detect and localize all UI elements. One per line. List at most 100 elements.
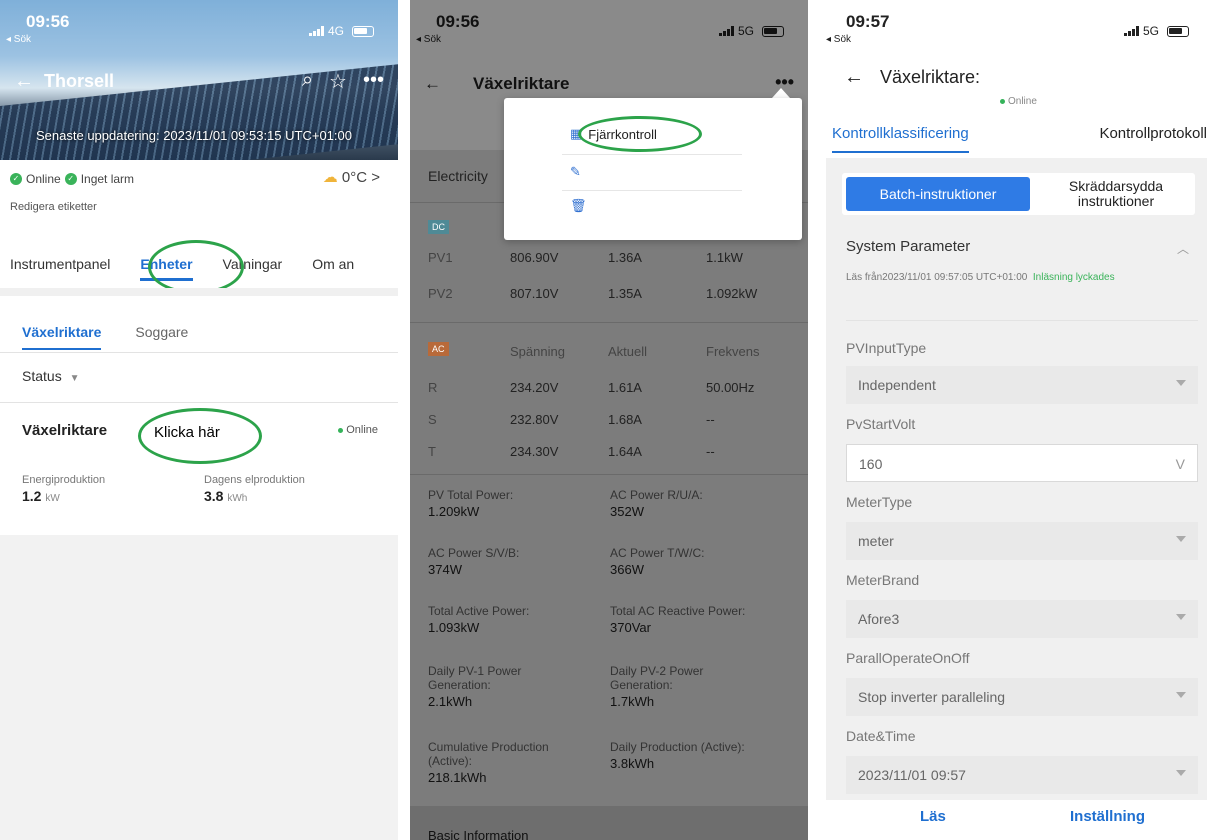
param-label: MeterType: [846, 494, 913, 510]
plant-nav-bar: ← Thorsell ⌕ ☆ •••: [0, 66, 398, 96]
pv-input-type-select[interactable]: Independent: [846, 366, 1198, 404]
section-title: Electricity: [428, 168, 488, 184]
back-arrow-icon[interactable]: ←: [424, 74, 441, 94]
caret-down-icon: [1176, 614, 1186, 620]
metric-label: Dagens elproduktion: [204, 474, 305, 486]
summary-label: Total AC Reactive Power:: [610, 604, 746, 618]
network-type: 5G: [737, 24, 754, 38]
parallel-operate-select[interactable]: Stop inverter paralleling: [846, 678, 1198, 716]
dc-row-pv2: PV2 807.10V 1.35A 1.092kW: [410, 286, 808, 316]
read-status: Läs från2023/11/01 09:57:05 UTC+01:00 In…: [846, 268, 1146, 288]
battery-icon: [1167, 25, 1189, 37]
divider: [562, 190, 742, 191]
network-type: 5G: [1142, 24, 1159, 38]
caret-down-icon: ▼: [69, 373, 80, 384]
weather-widget[interactable]: ☁ 0°C >: [323, 168, 380, 186]
back-to-search-link[interactable]: ◂ Sök: [6, 34, 31, 45]
more-icon[interactable]: •••: [363, 69, 384, 94]
device-status: Online: [1000, 96, 1037, 107]
device-card-title[interactable]: Växelriktare: [22, 422, 107, 439]
sun-cloud-icon: ☁: [322, 169, 338, 186]
tab-control-protocol[interactable]: Kontrollprotokoll: [1099, 125, 1207, 142]
col-voltage: Spänning: [510, 344, 565, 359]
meter-brand-select[interactable]: Afore3: [846, 600, 1198, 638]
summary-daily-pv1: Daily PV-1 Power Generation: 2.1kWh: [428, 664, 568, 709]
weather-temp: 0°C >: [341, 169, 380, 186]
param-label: PVInputType: [846, 340, 927, 356]
param-label: PvStartVolt: [846, 416, 916, 432]
summary-pv-total-power: PV Total Power: 1.209kW: [428, 488, 598, 519]
control-tabs: Kontrollklassificering Kontrollprotokoll: [832, 125, 1207, 153]
summary-label: Daily PV-1 Power Generation:: [428, 664, 522, 692]
divider: [0, 352, 398, 353]
signal-icon: [1123, 26, 1139, 36]
screen-remote-control: 09:57 ◂ Sök 5G ← Växelriktare: Online Ko…: [820, 0, 1213, 840]
segment-batch-instructions[interactable]: Batch-instruktioner: [846, 177, 1030, 211]
summary-ac-power-twc: AC Power T/W/C: 366W: [610, 546, 790, 577]
summary-label: Daily Production (Active):: [610, 740, 745, 754]
chevron-up-icon[interactable]: ︿: [1177, 240, 1189, 257]
network-type: 4G: [327, 24, 344, 38]
remote-control-title-bar: ← Växelriktare:: [844, 66, 980, 89]
menu-item-edit[interactable]: ✎: [570, 164, 581, 180]
read-button[interactable]: Läs: [920, 808, 946, 825]
segment-custom-instructions[interactable]: Skräddarsydda instruktioner: [1038, 177, 1194, 211]
instruction-type-switch: Batch-instruktioner Skräddarsydda instru…: [842, 173, 1195, 215]
row-power: 1.092kW: [706, 286, 758, 301]
select-value: Independent: [858, 377, 936, 393]
back-arrow-icon[interactable]: ←: [14, 70, 34, 93]
date-time-select[interactable]: 2023/11/01 09:57: [846, 756, 1198, 794]
status-bar: 09:57 ◂ Sök 5G: [820, 0, 1213, 52]
row-frequency: --: [706, 412, 715, 427]
status-bar: 09:56 ◂ Sök 4G: [0, 0, 398, 52]
summary-value: 218.1kWh: [428, 770, 487, 785]
pencil-icon: ✎: [570, 164, 581, 179]
ac-row-t: T 234.30V 1.64A --: [410, 444, 808, 474]
divider: [846, 320, 1198, 321]
online-dot-icon: [1000, 98, 1005, 104]
star-icon[interactable]: ☆: [329, 69, 347, 94]
online-status: Online: [26, 172, 61, 186]
network-indicator: 5G: [1123, 24, 1189, 38]
read-timestamp: Läs från2023/11/01 09:57:05 UTC+01:00: [846, 272, 1028, 283]
highlight-circle-devices: [148, 240, 244, 294]
highlight-circle-remote: [578, 116, 702, 152]
pv-start-volt-input[interactable]: 160 V: [846, 444, 1198, 482]
more-menu-popup: ▦ Fjärrkontroll ✎ 🗑: [504, 98, 802, 240]
alarm-status: Inget larm: [80, 172, 135, 186]
device-status-label: Online: [346, 424, 378, 436]
metric-energy-production: Energiproduktion 1.2 kW: [22, 474, 105, 504]
summary-total-active-power: Total Active Power: 1.093kW: [428, 604, 598, 635]
parameter-group-title[interactable]: System Parameter: [846, 238, 970, 255]
summary-label: Total Active Power:: [428, 604, 530, 618]
summary-label: Daily PV-2 Power Generation:: [610, 664, 704, 692]
metric-label: Energiproduktion: [22, 474, 106, 486]
device-type-tabs: Växelriktare Soggare: [22, 324, 188, 350]
device-status-label: Online: [1008, 96, 1037, 107]
network-indicator: 4G: [308, 24, 374, 38]
back-to-search-link[interactable]: ◂ Sök: [416, 34, 441, 45]
tab-optimizer[interactable]: Soggare: [135, 324, 188, 340]
settings-button[interactable]: Inställning: [1070, 808, 1145, 825]
signal-icon: [308, 26, 324, 36]
basic-information-section[interactable]: Basic Information: [410, 806, 808, 840]
row-frequency: --: [706, 444, 715, 459]
tab-control-classification[interactable]: Kontrollklassificering: [832, 125, 969, 153]
tab-dashboard[interactable]: Instrumentpanel: [10, 256, 110, 272]
status-filter-dropdown[interactable]: Status ▼: [22, 368, 80, 384]
row-current: 1.64A: [608, 444, 642, 459]
section-divider: [0, 288, 398, 296]
back-to-search-link[interactable]: ◂ Sök: [826, 34, 851, 45]
back-arrow-icon[interactable]: ←: [844, 66, 864, 89]
menu-item-delete[interactable]: 🗑: [570, 198, 587, 214]
meter-type-select[interactable]: meter: [846, 522, 1198, 560]
select-value: meter: [858, 533, 894, 549]
status-time: 09:57: [846, 12, 890, 31]
tab-inverter[interactable]: Växelriktare: [22, 324, 102, 350]
edit-tags-link[interactable]: Redigera etiketter: [10, 201, 97, 213]
caret-down-icon: [1176, 536, 1186, 542]
search-icon[interactable]: ⌕: [302, 69, 313, 94]
inverter-title-bar: ← Växelriktare: [424, 74, 569, 94]
tab-about[interactable]: Om an: [312, 256, 354, 272]
read-success: Inläsning lyckades: [1032, 272, 1115, 283]
